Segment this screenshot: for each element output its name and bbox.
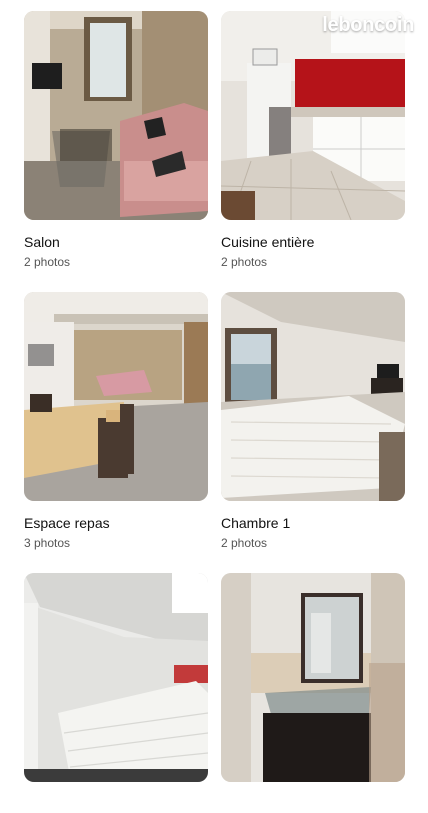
room-card-chambre-1[interactable]: Chambre 1 2 photos xyxy=(221,292,405,573)
room-title: Salon xyxy=(24,234,60,250)
room-photo-count: 2 photos xyxy=(221,255,268,269)
leboncoin-watermark: leboncoin xyxy=(322,14,414,36)
room-card-salon[interactable]: Salon 2 photos xyxy=(24,11,208,292)
room-card-espace-repas[interactable]: Espace repas 3 photos xyxy=(24,292,208,573)
room-photo-count: 2 photos xyxy=(221,536,268,550)
room-card-chambre-2[interactable] xyxy=(24,573,208,813)
room-card-salle-de-bain[interactable] xyxy=(221,573,405,813)
room-photo-count: 3 photos xyxy=(24,536,71,550)
room-card-cuisine[interactable]: Cuisine entière 2 photos xyxy=(221,11,405,292)
room-photo-count: 2 photos xyxy=(24,255,71,269)
room-title: Cuisine entière xyxy=(221,234,315,250)
room-title: Chambre 1 xyxy=(221,515,291,531)
kitchen-photo[interactable] xyxy=(221,11,405,220)
room-title: Espace repas xyxy=(24,515,110,531)
bedroom-2-photo[interactable] xyxy=(24,573,208,782)
bedroom-1-photo[interactable] xyxy=(221,292,405,501)
living-room-photo[interactable] xyxy=(24,11,208,220)
room-gallery: Salon 2 photos Cuisine entière 2 photos … xyxy=(24,11,405,813)
bathroom-photo[interactable] xyxy=(221,573,405,782)
dining-area-photo[interactable] xyxy=(24,292,208,501)
